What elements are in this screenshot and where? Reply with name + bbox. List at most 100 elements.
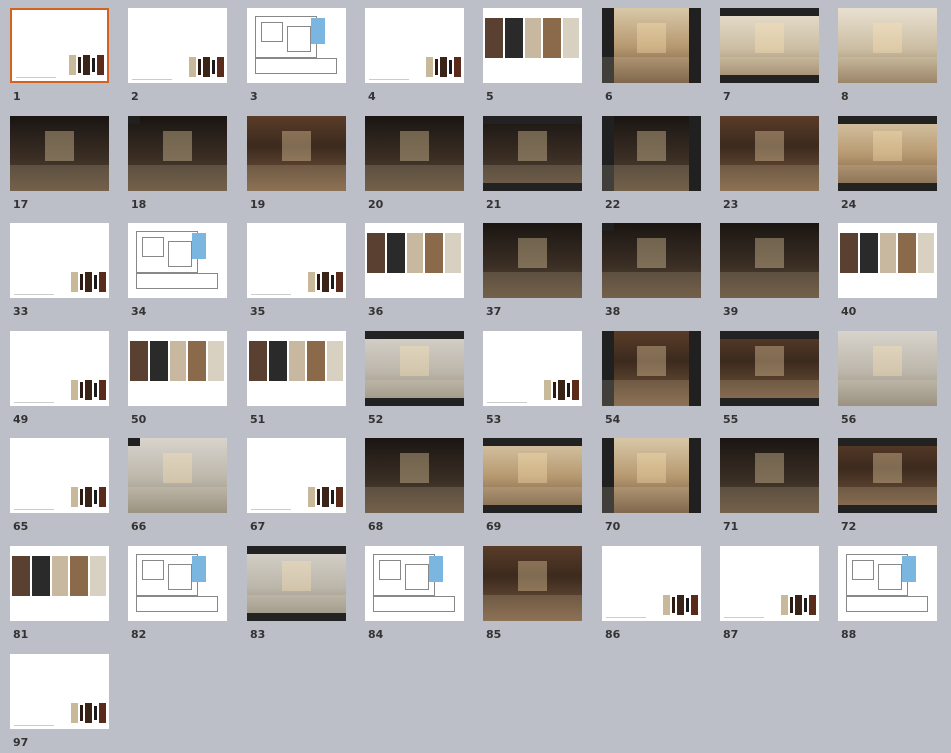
page-thumbnail[interactable]: 50 xyxy=(118,323,236,430)
page-thumbnail[interactable]: 88 xyxy=(828,538,946,645)
page-preview[interactable] xyxy=(365,8,464,83)
page-preview[interactable] xyxy=(720,331,819,406)
page-thumbnail[interactable]: 4 xyxy=(355,0,473,107)
page-thumbnail[interactable]: 18 xyxy=(118,108,236,215)
page-thumbnail[interactable]: 8 xyxy=(828,0,946,107)
page-preview[interactable] xyxy=(720,438,819,513)
page-thumbnail[interactable]: 21 xyxy=(473,108,591,215)
page-preview[interactable] xyxy=(365,331,464,406)
page-thumbnail[interactable]: 1 xyxy=(0,0,118,107)
page-preview[interactable] xyxy=(483,8,582,83)
page-thumbnail[interactable]: 24 xyxy=(828,108,946,215)
page-thumbnail[interactable]: 68 xyxy=(355,430,473,537)
page-preview[interactable] xyxy=(483,116,582,191)
page-preview[interactable] xyxy=(720,546,819,621)
page-thumbnail[interactable]: 2 xyxy=(118,0,236,107)
page-thumbnail[interactable]: 5 xyxy=(473,0,591,107)
page-preview[interactable] xyxy=(247,331,346,406)
page-preview[interactable] xyxy=(602,223,701,298)
page-thumbnail[interactable]: 84 xyxy=(355,538,473,645)
page-thumbnail[interactable]: 87 xyxy=(710,538,828,645)
page-preview[interactable] xyxy=(483,546,582,621)
page-thumbnail[interactable]: 6 xyxy=(592,0,710,107)
page-preview[interactable] xyxy=(838,8,937,83)
page-preview[interactable] xyxy=(128,331,227,406)
page-thumbnail[interactable]: 97 xyxy=(0,646,118,753)
page-preview[interactable] xyxy=(365,223,464,298)
page-thumbnail[interactable]: 52 xyxy=(355,323,473,430)
page-preview[interactable] xyxy=(128,8,227,83)
page-thumbnail[interactable]: 55 xyxy=(710,323,828,430)
page-thumbnail[interactable]: 81 xyxy=(0,538,118,645)
page-thumbnail[interactable]: 86 xyxy=(592,538,710,645)
page-thumbnail[interactable]: 36 xyxy=(355,215,473,322)
page-preview[interactable] xyxy=(365,438,464,513)
page-preview[interactable] xyxy=(838,438,937,513)
page-thumbnail[interactable]: 53 xyxy=(473,323,591,430)
page-thumbnail[interactable]: 40 xyxy=(828,215,946,322)
page-preview[interactable] xyxy=(128,546,227,621)
page-preview[interactable] xyxy=(365,546,464,621)
page-preview[interactable] xyxy=(602,331,701,406)
page-preview[interactable] xyxy=(10,654,109,729)
page-thumbnail[interactable]: 7 xyxy=(710,0,828,107)
page-preview[interactable] xyxy=(838,546,937,621)
page-thumbnail[interactable]: 49 xyxy=(0,323,118,430)
page-preview[interactable] xyxy=(10,223,109,298)
page-thumbnail[interactable]: 72 xyxy=(828,430,946,537)
page-preview[interactable] xyxy=(10,438,109,513)
page-preview[interactable] xyxy=(128,116,227,191)
page-preview[interactable] xyxy=(602,8,701,83)
page-preview[interactable] xyxy=(720,223,819,298)
page-preview[interactable] xyxy=(10,116,109,191)
page-preview[interactable] xyxy=(483,438,582,513)
page-thumbnail[interactable]: 20 xyxy=(355,108,473,215)
page-preview[interactable] xyxy=(247,223,346,298)
page-preview[interactable] xyxy=(720,8,819,83)
page-thumbnail[interactable]: 3 xyxy=(237,0,355,107)
page-thumbnail[interactable]: 85 xyxy=(473,538,591,645)
page-preview[interactable] xyxy=(247,8,346,83)
page-thumbnail[interactable]: 38 xyxy=(592,215,710,322)
page-preview[interactable] xyxy=(602,116,701,191)
page-thumbnail[interactable]: 33 xyxy=(0,215,118,322)
page-thumbnail[interactable]: 56 xyxy=(828,323,946,430)
page-thumbnail[interactable]: 22 xyxy=(592,108,710,215)
page-thumbnail[interactable]: 34 xyxy=(118,215,236,322)
page-thumbnail[interactable]: 71 xyxy=(710,430,828,537)
page-number-label: 72 xyxy=(841,520,857,533)
page-preview[interactable] xyxy=(247,438,346,513)
page-preview[interactable] xyxy=(247,116,346,191)
page-preview[interactable] xyxy=(602,438,701,513)
page-preview[interactable] xyxy=(838,331,937,406)
page-preview[interactable] xyxy=(10,331,109,406)
page-thumbnail[interactable]: 54 xyxy=(592,323,710,430)
page-preview[interactable] xyxy=(128,223,227,298)
page-preview[interactable] xyxy=(247,546,346,621)
page-preview[interactable] xyxy=(483,331,582,406)
page-thumbnail[interactable]: 70 xyxy=(592,430,710,537)
page-thumbnail[interactable]: 69 xyxy=(473,430,591,537)
page-thumbnail[interactable]: 37 xyxy=(473,215,591,322)
page-thumbnail[interactable]: 23 xyxy=(710,108,828,215)
page-thumbnail[interactable]: 82 xyxy=(118,538,236,645)
page-thumbnail[interactable]: 17 xyxy=(0,108,118,215)
page-preview[interactable] xyxy=(128,438,227,513)
page-thumbnail[interactable]: 19 xyxy=(237,108,355,215)
page-preview[interactable] xyxy=(602,546,701,621)
page-preview[interactable] xyxy=(483,223,582,298)
page-thumbnail[interactable]: 39 xyxy=(710,215,828,322)
page-preview[interactable] xyxy=(10,8,109,83)
page-number-label: 68 xyxy=(368,520,384,533)
page-thumbnail[interactable]: 83 xyxy=(237,538,355,645)
page-thumbnail[interactable]: 51 xyxy=(237,323,355,430)
page-preview[interactable] xyxy=(720,116,819,191)
page-preview[interactable] xyxy=(838,116,937,191)
page-thumbnail[interactable]: 66 xyxy=(118,430,236,537)
page-preview[interactable] xyxy=(10,546,109,621)
page-preview[interactable] xyxy=(838,223,937,298)
page-thumbnail[interactable]: 67 xyxy=(237,430,355,537)
page-preview[interactable] xyxy=(365,116,464,191)
page-thumbnail[interactable]: 35 xyxy=(237,215,355,322)
page-thumbnail[interactable]: 65 xyxy=(0,430,118,537)
